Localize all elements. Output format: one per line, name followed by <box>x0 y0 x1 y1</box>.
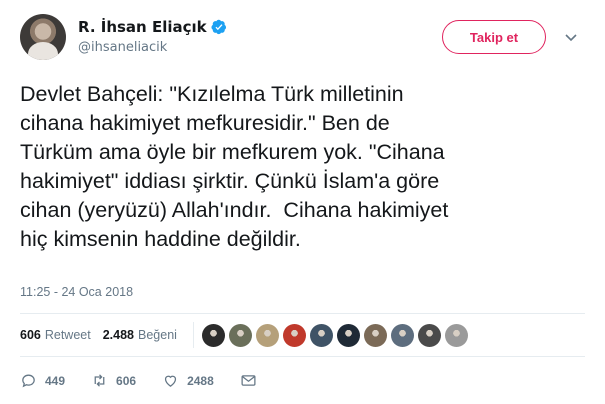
liker-avatars <box>201 323 472 347</box>
engagement-stats: 606 Retweet 2.488 Beğeni <box>20 320 472 350</box>
stats-separator <box>192 322 194 348</box>
tweet-actions: 449 606 2488 <box>20 372 291 389</box>
retweet-action[interactable]: 606 <box>91 372 136 389</box>
retweet-label[interactable]: Retweet <box>45 328 91 342</box>
envelope-icon <box>241 375 256 386</box>
liker-avatar[interactable] <box>309 323 333 347</box>
like-label[interactable]: Beğeni <box>138 328 177 342</box>
author-handle[interactable]: @ihsaneliacik <box>78 40 167 55</box>
tweet-text: Devlet Bahçeli: "Kızılelma Türk milletin… <box>20 82 449 251</box>
divider-top <box>20 313 585 314</box>
direct-message-action[interactable] <box>240 372 265 389</box>
liker-avatar[interactable] <box>363 323 387 347</box>
like-count[interactable]: 2.488 <box>103 328 134 342</box>
reply-action[interactable]: 449 <box>20 372 65 389</box>
follow-button[interactable]: Takip et <box>442 20 546 54</box>
like-action[interactable]: 2488 <box>162 372 214 389</box>
retweet-icon <box>94 374 105 387</box>
reply-icon <box>22 374 35 388</box>
like-action-count: 2488 <box>187 373 214 388</box>
divider-bottom <box>20 356 585 357</box>
liker-avatar[interactable] <box>282 323 306 347</box>
retweet-count[interactable]: 606 <box>20 328 41 342</box>
liker-avatar[interactable] <box>255 323 279 347</box>
retweet-action-count: 606 <box>116 373 137 388</box>
chevron-down-icon[interactable] <box>563 29 579 45</box>
verified-badge-icon <box>211 19 226 35</box>
heart-icon <box>164 375 177 387</box>
tweet-timestamp[interactable]: 11:25 - 24 Oca 2018 <box>20 285 133 299</box>
liker-avatar[interactable] <box>201 323 225 347</box>
liker-avatar[interactable] <box>417 323 441 347</box>
liker-avatar[interactable] <box>444 323 468 347</box>
liker-avatar[interactable] <box>390 323 414 347</box>
author-name-row[interactable]: R. İhsan Eliaçık <box>78 18 227 36</box>
liker-avatar[interactable] <box>228 323 252 347</box>
liker-avatar[interactable] <box>336 323 360 347</box>
author-avatar[interactable] <box>20 14 66 60</box>
reply-count: 449 <box>45 373 66 388</box>
author-name[interactable]: R. İhsan Eliaçık <box>78 18 207 36</box>
